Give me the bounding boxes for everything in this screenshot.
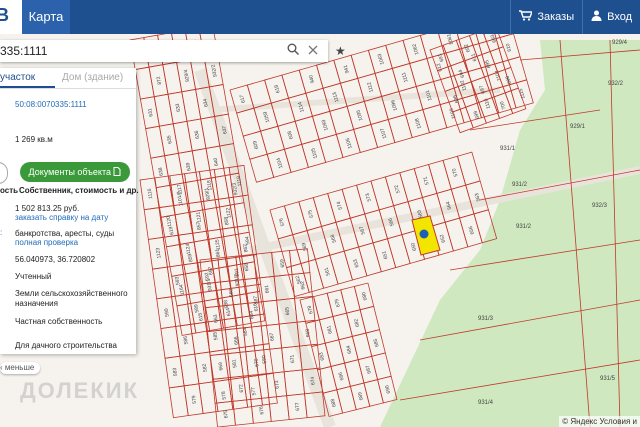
object-info-panel: участок Дом (здание) 50:08:0070335:1111 … (0, 68, 139, 354)
parcel-number: 659 (279, 259, 286, 268)
parcel-number: 673 (274, 380, 281, 389)
parcel-number: 586 (183, 335, 190, 344)
map-watermark: ДОЛЕКИК (20, 378, 140, 403)
parcel-number: 662 (300, 281, 307, 290)
favorite-star-icon[interactable]: ★ (335, 44, 346, 58)
documents-button[interactable]: Документы объекта (20, 162, 130, 182)
docs-caption: Собственник, стоимость и др. (19, 186, 139, 195)
cadastral-price: 1 502 813.25 руб. (15, 204, 80, 213)
parcel-number: 666 (233, 336, 240, 345)
parcel-number: 583 (172, 367, 179, 376)
tab-map[interactable]: Карта (22, 0, 70, 34)
parcel-number: 665 (284, 306, 291, 315)
parcel-number: 664 (249, 310, 256, 319)
parcel-number: 590 (164, 308, 171, 317)
parcel-number: 670 (254, 358, 261, 367)
orders-button[interactable]: Заказы (510, 0, 582, 34)
plot-area: 1 269 кв.м (15, 135, 53, 144)
secondary-action-button[interactable] (0, 162, 8, 184)
colon-marker: : (0, 228, 3, 237)
login-label: Вход (607, 11, 632, 23)
order-certificate-link[interactable]: заказать справку на дату (15, 213, 108, 222)
land-category: Земли сельскохозяйственного назначения (15, 289, 128, 308)
parcel-number: 674 (310, 376, 317, 385)
parcel-number: 585 (212, 331, 219, 340)
parcel-number: 663 (213, 314, 220, 323)
ownership-type: Частная собственность (15, 317, 103, 326)
search-icon[interactable] (287, 43, 299, 58)
parcel-number: 578 (221, 391, 228, 400)
less-button[interactable]: ‹ меньше (0, 362, 40, 374)
active-tab-underline (0, 86, 55, 88)
permitted-use: Для дачного строительства (15, 341, 117, 350)
forest-lot-label: 931/1 (500, 146, 516, 152)
forest-lot-label: 931/4 (478, 400, 494, 406)
parcel-number: 672 (238, 384, 245, 393)
close-icon[interactable] (308, 43, 318, 58)
parcel-number: 581 (231, 359, 238, 368)
full-check-link[interactable]: полная проверка (15, 238, 78, 247)
docs-left-caption: ость (0, 186, 19, 195)
parcel-number: 588 (223, 299, 230, 308)
forest-lot-label: 932/3 (592, 203, 608, 209)
cadastral-number[interactable]: 50:08:0070335:1111 (15, 100, 87, 109)
parcel-number: 657 (208, 266, 215, 275)
parcel-number: 658 (244, 262, 251, 271)
login-button[interactable]: Вход (582, 0, 640, 34)
user-icon (591, 10, 602, 24)
logo[interactable]: В (0, 0, 22, 34)
parcel-number: 579 (191, 395, 198, 404)
parcel-number: 675 (223, 409, 230, 418)
cart-icon (519, 10, 534, 24)
forest-lot-label: 932/2 (608, 81, 624, 87)
tab-plot[interactable]: участок (0, 72, 35, 83)
registration-status: Учтенный (15, 272, 52, 281)
forest-lot-label: 931/5 (600, 376, 616, 382)
bankruptcy-info: банкротства, аресты, суды (15, 229, 115, 238)
chevron-left-icon: ‹ (0, 363, 3, 372)
parcel-number: 589 (193, 304, 200, 313)
parcel-number: 671 (289, 354, 296, 363)
parcel-number: 667 (269, 332, 276, 341)
search-input[interactable]: 335:1111 (0, 44, 47, 58)
parcel-number: 660 (228, 288, 235, 297)
parcel-number: 677 (294, 402, 301, 411)
panel-tabs: участок Дом (здание) (0, 68, 136, 89)
location-marker-icon (419, 229, 429, 239)
logo-letter: В (0, 5, 9, 25)
forest-lot-label: 931/2 (516, 224, 532, 230)
parcel-number: 577 (250, 386, 257, 395)
parcel-number: 661 (264, 284, 271, 293)
parcel-number: 582 (202, 363, 209, 372)
tab-building[interactable]: Дом (здание) (62, 72, 123, 83)
forest-lot-label: 931/2 (512, 182, 528, 188)
parcel-number: 594 (244, 236, 251, 245)
parcel-number: 669 (218, 362, 225, 371)
search-bar[interactable]: 335:1111 (0, 40, 328, 62)
coordinates: 56.040973, 36.720802 (15, 255, 96, 264)
forest-lot-label: 929/4 (612, 40, 628, 46)
orders-label: Заказы (537, 11, 575, 23)
parcel-number: 676 (259, 406, 266, 415)
forest-lot-label: 929/1 (570, 124, 586, 130)
parcel-number: 593 (174, 276, 181, 285)
map-copyright[interactable]: © Яндекс Условия и (559, 416, 640, 427)
documents-label: Документы объекта (28, 167, 111, 177)
less-label: меньше (4, 363, 35, 372)
forest-lot-label: 931/3 (478, 316, 494, 322)
document-icon (113, 167, 121, 177)
top-navigation-bar: В Карта Заказы Вход (0, 0, 640, 34)
